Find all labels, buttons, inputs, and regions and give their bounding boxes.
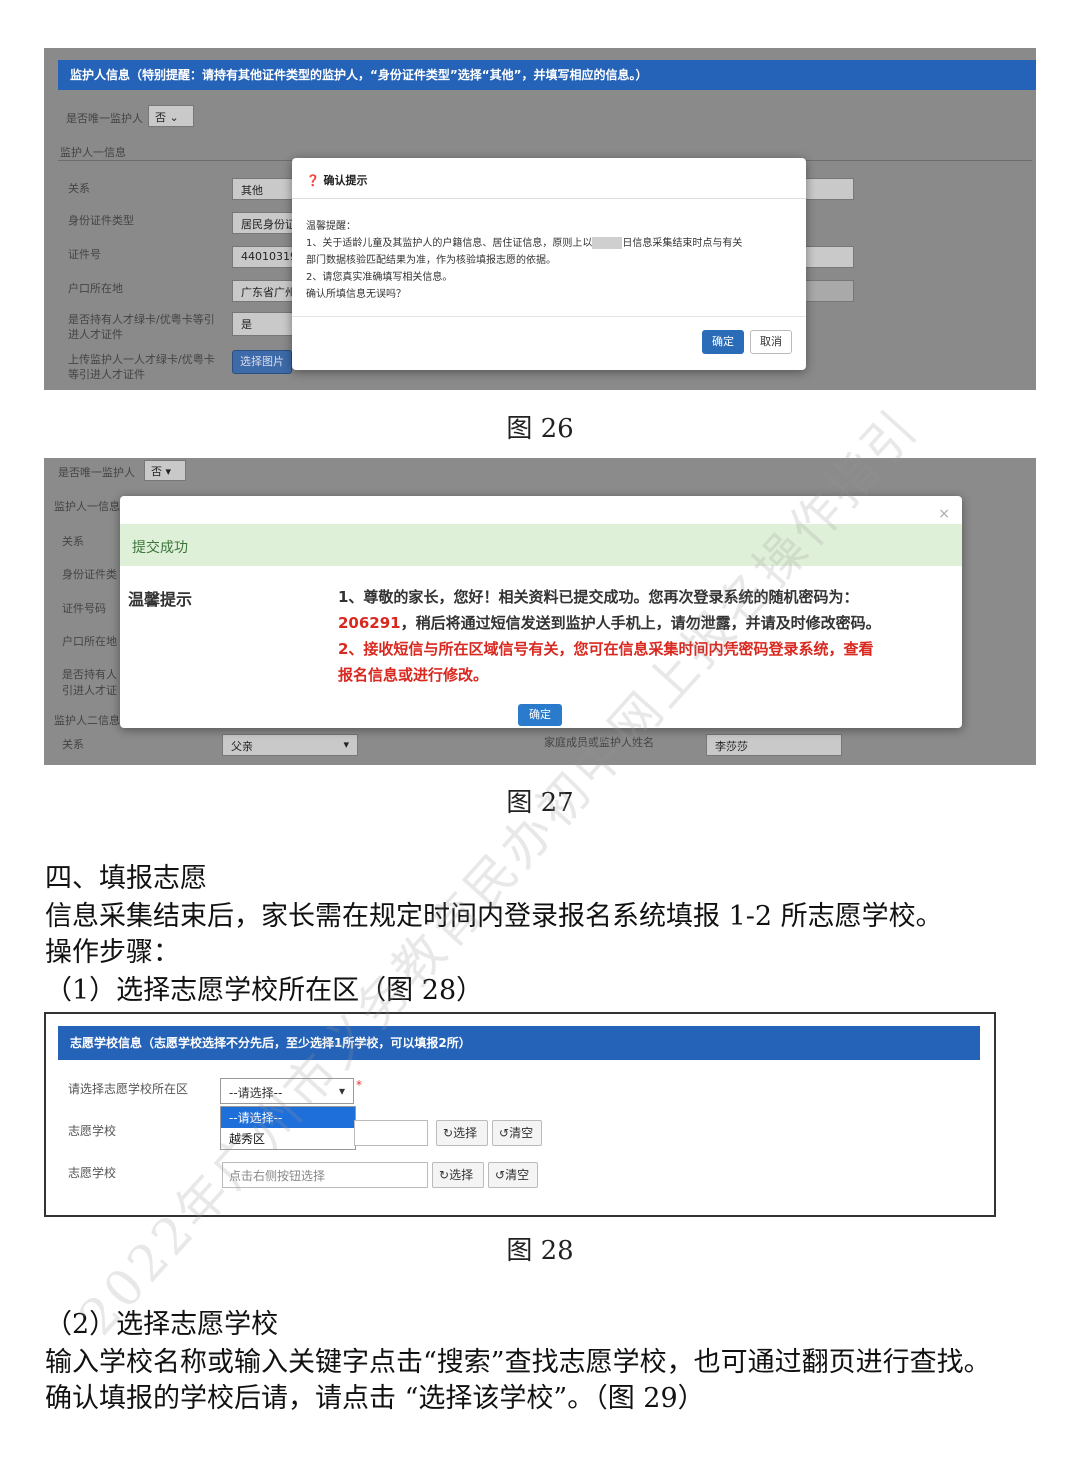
dialog-line-2: 部门数据核验匹配结果为准，作为核验填报志愿的依据。 xyxy=(306,255,556,266)
message-line-2: 206291，稍后将通过短信发送到监护人手机上，请勿泄露，并请及时修改密码。 xyxy=(338,614,881,632)
district-dropdown-list: --请选择-- 越秀区 xyxy=(220,1106,356,1150)
confirm-button[interactable]: 确定 xyxy=(518,704,562,726)
only-guardian-label: 是否唯一监护人 xyxy=(66,112,143,125)
right-select-2[interactable] xyxy=(804,246,854,268)
dialog-line-3: 2、请您真实准确填写相关信息。 xyxy=(306,272,453,283)
question-circle-icon: ❓ xyxy=(306,174,320,187)
cancel-button[interactable]: 取消 xyxy=(750,330,792,354)
field-label-talent-card: 是否持有人才绿卡/优粤卡等引进人才证件 xyxy=(68,313,215,341)
clear-button-1[interactable]: ↺清空 xyxy=(492,1120,542,1146)
only-guardian-select[interactable]: 否 ⌄ xyxy=(148,105,194,127)
close-icon[interactable]: × xyxy=(938,506,950,522)
undo-icon: ↺ xyxy=(499,1126,510,1140)
family-member-label: 家庭成员或监护人姓名 xyxy=(544,736,654,749)
school-input-1[interactable] xyxy=(354,1120,428,1146)
guardian-info-header: 监护人信息（特别提醒：请持有其他证件类型的监护人，“身份证件类型”选择“其他”，… xyxy=(58,60,1036,90)
only-guardian-label: 是否唯一监护人 xyxy=(58,466,135,479)
chevron-down-icon: ▾ xyxy=(343,738,349,751)
select-button-1[interactable]: ↻选择 xyxy=(436,1120,488,1146)
figure-27-screenshot: 是否唯一监护人 否 ▾ 监护人一信息 关系 身份证件类 证件号码 户口所在地 是… xyxy=(44,458,1036,765)
field-label-upload: 上传监护人一人才绿卡/优粤卡等引进人才证件 xyxy=(68,353,215,381)
paragraph-search: 输入学校名称或输入关键字点击“搜索”查找志愿学校，也可通过翻页进行查找。 xyxy=(45,1347,991,1378)
figure-28-screenshot: 志愿学校信息（志愿学校选择不分先后，至少选择1所学校，可以填报2所） 请选择志愿… xyxy=(44,1012,996,1217)
tip-label: 温馨提示 xyxy=(128,590,193,609)
dialog-body: 温馨提醒： 1、关于适龄儿童及其监护人的户籍信息、居住证信息，原则上以 日信息采集… xyxy=(306,218,796,303)
success-dialog: × 提交成功 温馨提示 1、尊敬的家长，您好！相关资料已提交成功。您再次登录系统… xyxy=(120,496,962,728)
school-input-2[interactable]: 点击右侧按钮选择 xyxy=(222,1162,428,1188)
figure-26-caption: 图 26 xyxy=(506,414,574,444)
district-label: 请选择志愿学校所在区 xyxy=(68,1082,189,1096)
chevron-down-icon: ⌄ xyxy=(169,111,179,124)
confirm-button[interactable]: 确定 xyxy=(702,330,744,354)
family-member-input[interactable]: 李莎莎 xyxy=(706,734,842,756)
success-banner: 提交成功 xyxy=(120,524,962,566)
dialog-title: ❓ 确认提示 xyxy=(306,174,368,187)
school-label-1: 志愿学校 xyxy=(68,1124,117,1138)
success-title: 提交成功 xyxy=(132,540,188,556)
success-message: 1、尊敬的家长，您好！相关资料已提交成功。您再次登录系统的随机密码为： 2062… xyxy=(338,584,952,688)
random-password: 206291 xyxy=(338,614,401,632)
section-guardian-one: 监护人一信息 xyxy=(54,500,120,513)
message-line-1: 1、尊敬的家长，您好！相关资料已提交成功。您再次登录系统的随机密码为： xyxy=(338,588,859,606)
paragraph-step-1: （1）选择志愿学校所在区（图 28） xyxy=(45,975,484,1006)
clear-button-2[interactable]: ↺清空 xyxy=(488,1162,538,1188)
section-guardian-two: 监护人二信息 xyxy=(54,714,120,727)
message-line-3: 2、接收短信与所在区域信号有关，您可在信息采集时间内凭密码登录系统，查看 xyxy=(338,640,874,658)
school-label-2: 志愿学校 xyxy=(68,1166,117,1180)
paragraph-confirm: 确认填报的学校后请，请点击 “选择该学校”。（图 29） xyxy=(45,1383,705,1414)
field-label-id-type: 身份证件类型 xyxy=(68,214,134,227)
paragraph-intro: 信息采集结束后，家长需在规定时间内登录报名系统填报 1-2 所志愿学校。 xyxy=(45,901,943,932)
dialog-line-1: 1、关于适龄儿童及其监护人的户籍信息、居住证信息，原则上以 日信息采集结束时点与有… xyxy=(306,237,743,249)
chevron-down-icon: ▾ xyxy=(165,465,172,478)
right-input-1[interactable] xyxy=(804,178,854,200)
field-label-3: 证件号码 xyxy=(62,602,106,615)
divider xyxy=(292,198,806,199)
refresh-icon: ↻ xyxy=(443,1126,454,1140)
dialog-line-4: 确认所填信息无误吗？ xyxy=(306,289,406,300)
section-guardian-one: 监护人一信息 xyxy=(60,146,126,159)
right-input-3[interactable] xyxy=(804,280,854,302)
figure-26-screenshot: 监护人信息（特别提醒：请持有其他证件类型的监护人，“身份证件类型”选择“其他”，… xyxy=(44,48,1036,390)
section-4-heading: 四、填报志愿 xyxy=(45,863,207,894)
field-label-6: 引进人才证 xyxy=(62,684,117,697)
field-label-id-number: 证件号 xyxy=(68,248,101,261)
school-info-header: 志愿学校信息（志愿学校选择不分先后，至少选择1所学校，可以填报2所） xyxy=(58,1026,980,1060)
confirm-dialog: ❓ 确认提示 温馨提醒： 1、关于适龄儿童及其监护人的户籍信息、居住证信息，原则… xyxy=(292,158,806,370)
relation-2-select[interactable]: 父亲 ▾ xyxy=(222,734,358,756)
field-label-1: 关系 xyxy=(62,535,84,548)
field-label-relation: 关系 xyxy=(68,182,90,195)
divider xyxy=(292,316,806,317)
district-select[interactable]: --请选择-- ▾ xyxy=(220,1078,354,1104)
select-button-2[interactable]: ↻选择 xyxy=(432,1162,484,1188)
figure-27-caption: 图 27 xyxy=(506,788,574,818)
required-asterisk: * xyxy=(356,1078,362,1092)
field-label-relation-2: 关系 xyxy=(62,738,84,751)
dialog-greeting: 温馨提醒： xyxy=(306,221,356,232)
paragraph-steps: 操作步骤： xyxy=(45,937,180,968)
field-label-5: 是否持有人 xyxy=(62,668,117,681)
district-option-yuexiu[interactable]: 越秀区 xyxy=(221,1128,355,1149)
field-label-2: 身份证件类 xyxy=(62,568,117,581)
only-guardian-select[interactable]: 否 ▾ xyxy=(144,460,186,481)
refresh-icon: ↻ xyxy=(439,1168,450,1182)
district-option-placeholder[interactable]: --请选择-- xyxy=(221,1107,355,1128)
message-line-4: 报名信息或进行修改。 xyxy=(338,666,489,684)
paragraph-step-2: （2）选择志愿学校 xyxy=(45,1309,279,1340)
field-label-hukou: 户口所在地 xyxy=(68,282,123,295)
chevron-down-icon: ▾ xyxy=(338,1084,345,1098)
choose-image-button[interactable]: 选择图片 xyxy=(232,350,292,374)
figure-28-caption: 图 28 xyxy=(506,1236,574,1266)
redacted-date xyxy=(592,237,623,249)
undo-icon: ↺ xyxy=(495,1168,506,1182)
field-label-4: 户口所在地 xyxy=(62,635,117,648)
